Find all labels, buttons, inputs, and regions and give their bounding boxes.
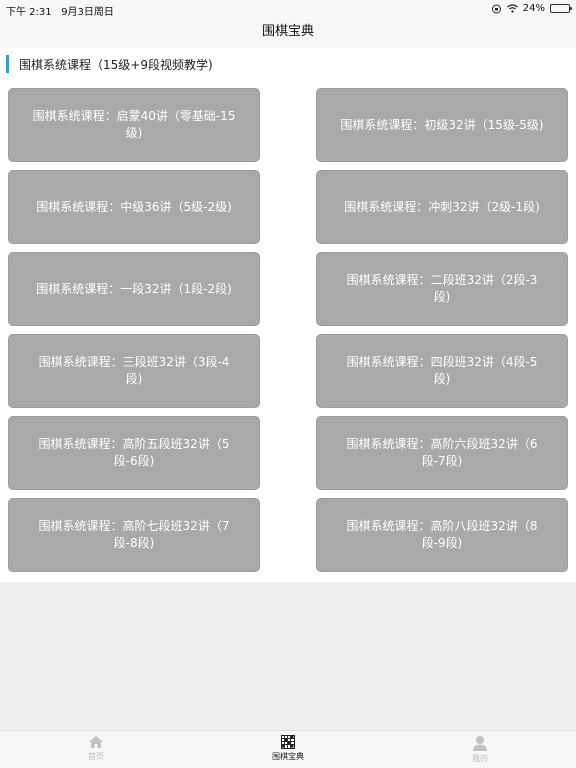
section-header: 围棋系统课程（15级+9段视频教学) xyxy=(6,55,213,73)
course-button-dan3-32[interactable]: 围棋系统课程：三段班32讲（3段-4段) xyxy=(8,334,260,408)
course-label: 围棋系统课程：高阶六段班32讲（6段-7段) xyxy=(346,437,538,468)
course-button-dan5-32[interactable]: 围棋系统课程：高阶五段班32讲（5段-6段) xyxy=(8,416,260,490)
course-label: 围棋系统课程：初级32讲（15级-5级) xyxy=(340,117,544,132)
go-board-icon xyxy=(281,735,295,749)
course-label: 围棋系统课程：高阶五段班32讲（5段-6段) xyxy=(38,437,230,468)
tab-bar: 首页 围棋宝典 我的 xyxy=(0,730,576,768)
tab-label: 我的 xyxy=(472,754,488,763)
wifi-icon xyxy=(506,4,518,13)
course-label: 围棋系统课程：四段班32讲（4段-5段) xyxy=(346,355,538,386)
course-button-sprint-32[interactable]: 围棋系统课程：冲刺32讲（2级-1段) xyxy=(316,170,568,244)
status-indicators: 24% xyxy=(491,3,572,14)
battery-percent: 24% xyxy=(522,3,545,14)
course-label: 围棋系统课程：高阶七段班32讲（7段-8段) xyxy=(38,519,230,550)
course-label: 围棋系统课程：启蒙40讲（零基础-15级) xyxy=(32,109,236,140)
course-button-dan7-32[interactable]: 围棋系统课程：高阶七段班32讲（7段-8段) xyxy=(8,498,260,572)
battery-icon xyxy=(550,4,572,13)
course-button-dan6-32[interactable]: 围棋系统课程：高阶六段班32讲（6段-7段) xyxy=(316,416,568,490)
course-button-dan2-32[interactable]: 围棋系统课程：二段班32讲（2段-3段) xyxy=(316,252,568,326)
status-time-date: 下午 2:31 9月3日周日 xyxy=(6,3,114,18)
course-label: 围棋系统课程：中级36讲（5级-2级) xyxy=(36,199,232,214)
course-label: 围棋系统课程：冲刺32讲（2级-1段) xyxy=(344,199,540,214)
section-accent-bar xyxy=(6,55,9,73)
page-title: 围棋宝典 xyxy=(261,24,314,39)
orientation-lock-icon xyxy=(491,4,501,13)
tab-label: 首页 xyxy=(88,752,104,761)
section-title: 围棋系统课程（15级+9段视频教学) xyxy=(19,57,213,72)
tab-home[interactable]: 首页 xyxy=(56,735,136,762)
person-icon xyxy=(473,736,487,751)
course-label: 围棋系统课程：高阶八段班32讲（8段-9段) xyxy=(346,519,538,550)
course-button-dan1-32[interactable]: 围棋系统课程：一段32讲（1段-2段) xyxy=(8,252,260,326)
nav-bar: 围棋宝典 xyxy=(0,18,576,48)
tab-mine[interactable]: 我的 xyxy=(440,735,520,764)
course-button-dan4-32[interactable]: 围棋系统课程：四段班32讲（4段-5段) xyxy=(316,334,568,408)
course-label: 围棋系统课程：二段班32讲（2段-3段) xyxy=(346,273,538,304)
course-button-dan8-32[interactable]: 围棋系统课程：高阶八段班32讲（8段-9段) xyxy=(316,498,568,572)
main-content: 围棋系统课程（15级+9段视频教学) 围棋系统课程：启蒙40讲（零基础-15级)… xyxy=(0,48,576,582)
course-button-beginner-40[interactable]: 围棋系统课程：启蒙40讲（零基础-15级) xyxy=(8,88,260,162)
home-icon xyxy=(89,736,103,748)
status-bar: 下午 2:31 9月3日周日 24% xyxy=(0,0,576,18)
tab-go-manual[interactable]: 围棋宝典 xyxy=(248,735,328,762)
course-button-intermediate-36[interactable]: 围棋系统课程：中级36讲（5级-2级) xyxy=(8,170,260,244)
status-time: 下午 2:31 xyxy=(6,7,52,18)
course-label: 围棋系统课程：三段班32讲（3段-4段) xyxy=(38,355,230,386)
tab-label: 围棋宝典 xyxy=(272,752,304,761)
course-label: 围棋系统课程：一段32讲（1段-2段) xyxy=(36,281,232,296)
course-button-primary-32[interactable]: 围棋系统课程：初级32讲（15级-5级) xyxy=(316,88,568,162)
status-date: 9月3日周日 xyxy=(61,7,114,18)
